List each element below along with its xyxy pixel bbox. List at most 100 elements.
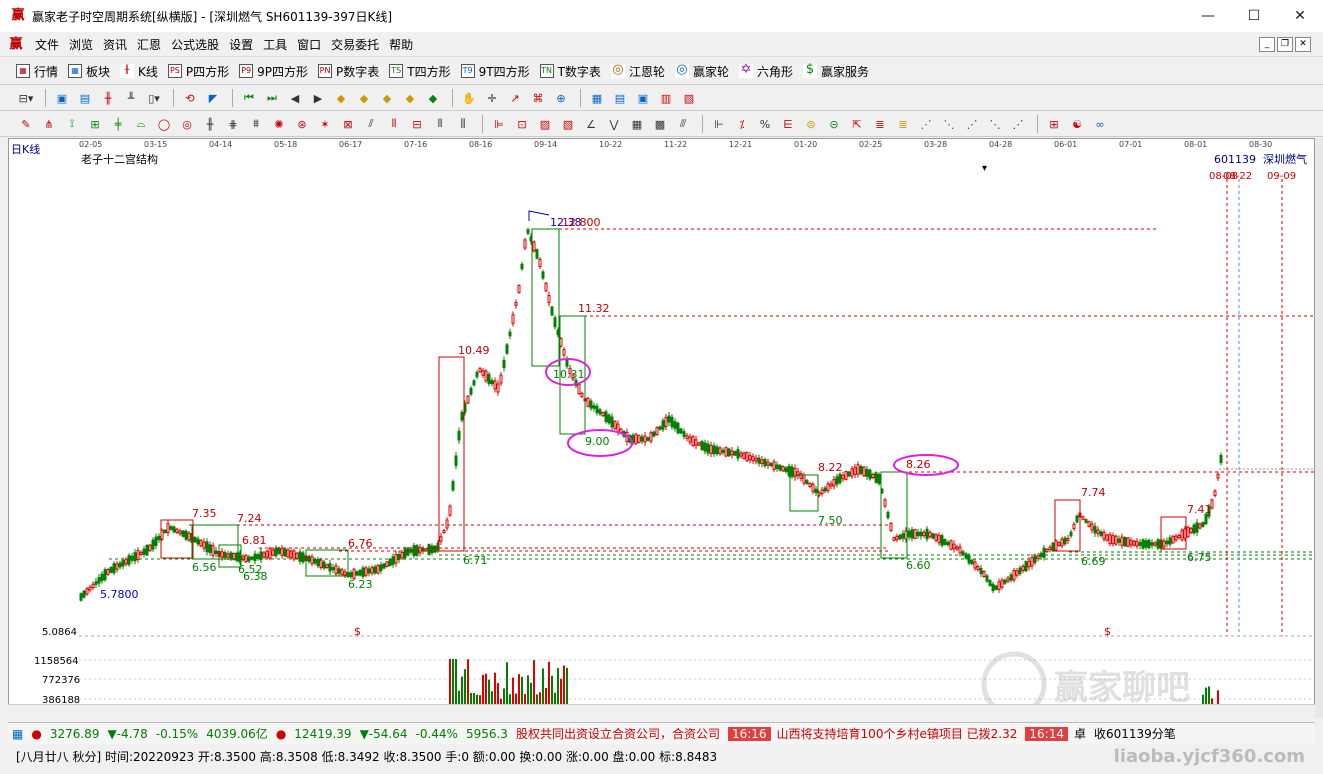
- gann-grid-icon[interactable]: ⊞: [85, 115, 105, 133]
- minimize-button[interactable]: —: [1185, 0, 1231, 32]
- lines-icon[interactable]: ╫: [200, 115, 220, 133]
- indicator-icon[interactable]: ▣: [52, 89, 72, 107]
- arrow-flag-icon[interactable]: ⇱: [847, 115, 867, 133]
- menu-browse[interactable]: 浏览: [64, 36, 98, 53]
- fan-lines4-icon[interactable]: ⋱: [985, 115, 1005, 133]
- circles-icon[interactable]: ◎: [177, 115, 197, 133]
- arc-icon[interactable]: ⌓: [131, 115, 151, 133]
- fib-icon[interactable]: ╪: [108, 115, 128, 133]
- toolbar-9t-square-button[interactable]: T9 9T四方形: [460, 63, 530, 80]
- calendar-icon[interactable]: ▦: [587, 89, 607, 107]
- kline-chart[interactable]: 日K线 老子十二宫结构 601139 深圳燃气 08-08 08-22 09-0…: [9, 139, 1314, 719]
- stack2-icon[interactable]: ≣: [893, 115, 913, 133]
- percent-fan-icon[interactable]: ⁒: [732, 115, 752, 133]
- chart-type-icon[interactable]: ╫: [98, 89, 118, 107]
- gann-fan-icon[interactable]: ⟟: [62, 115, 82, 133]
- square-lines-icon[interactable]: ⊟: [407, 115, 427, 133]
- mdi-restore-button[interactable]: ❐: [1277, 37, 1293, 52]
- prev-icon[interactable]: ◀: [285, 89, 305, 107]
- bars-icon[interactable]: ⫼: [453, 115, 473, 133]
- gift-icon[interactable]: ⌘: [528, 89, 548, 107]
- diamond-down-icon[interactable]: ◆: [354, 89, 374, 107]
- cycle-lines-icon[interactable]: ⦀: [384, 115, 404, 133]
- toolbar-9p-square-button[interactable]: P9 9P四方形: [239, 63, 308, 80]
- news-ticker-2[interactable]: 山西将支持培育100个乡村e镇项目 已拨2.32: [777, 725, 1018, 742]
- ruler-icon[interactable]: ⊩: [709, 115, 729, 133]
- window-grid-icon[interactable]: ⊞: [1044, 115, 1064, 133]
- diamond-right-icon[interactable]: ◆: [400, 89, 420, 107]
- toolbar-service-button[interactable]: $ 赢家服务: [802, 63, 869, 80]
- angle-icon[interactable]: ∠: [581, 115, 601, 133]
- menu-window[interactable]: 窗口: [292, 36, 326, 53]
- cycle-icon[interactable]: ⟲: [180, 89, 200, 107]
- toolbar-gann-wheel-button[interactable]: ◎ 江恩轮: [610, 63, 665, 80]
- toolbar-p-square-button[interactable]: PS P四方形: [167, 63, 229, 80]
- channel-icon[interactable]: ⫽: [361, 115, 381, 133]
- dropdown-arrow-icon[interactable]: ▾: [982, 163, 987, 174]
- stack-icon[interactable]: ≣: [870, 115, 890, 133]
- print-icon[interactable]: ▥: [656, 89, 676, 107]
- web-icon[interactable]: ✶: [315, 115, 335, 133]
- bar-chart-icon[interactable]: ╨: [121, 89, 141, 107]
- circle-icon[interactable]: ◯: [154, 115, 174, 133]
- first-page-icon[interactable]: ⏮: [239, 89, 259, 107]
- toolbar-t-square-button[interactable]: TS T四方形: [389, 63, 451, 80]
- toolbar-kline-button[interactable]: ╫ K线: [120, 63, 158, 80]
- ladder-icon[interactable]: ⩩: [246, 115, 266, 133]
- toolbar-sector-button[interactable]: ▦ 板块: [68, 63, 110, 80]
- diamond-zoom-icon[interactable]: ◆: [423, 89, 443, 107]
- mdi-close-button[interactable]: ✕: [1295, 37, 1311, 52]
- menu-settings[interactable]: 设置: [224, 36, 258, 53]
- diamond-left-icon[interactable]: ◆: [377, 89, 397, 107]
- menu-formula[interactable]: 公式选股: [166, 36, 224, 53]
- percent-icon[interactable]: %: [755, 115, 775, 133]
- menu-info[interactable]: 资讯: [98, 36, 132, 53]
- mdi-minimize-button[interactable]: _: [1259, 37, 1275, 52]
- menu-huien[interactable]: 汇恩: [132, 36, 166, 53]
- menu-file[interactable]: 文件: [30, 36, 64, 53]
- next-icon[interactable]: ▶: [308, 89, 328, 107]
- slash-icon[interactable]: ⫻: [673, 115, 693, 133]
- fan-lines-icon[interactable]: ⋰: [916, 115, 936, 133]
- fork-icon[interactable]: ⋔: [39, 115, 59, 133]
- infinity-icon[interactable]: ∞: [1090, 115, 1110, 133]
- menu-tools[interactable]: 工具: [258, 36, 292, 53]
- closing-label[interactable]: 收601139分笔: [1094, 725, 1176, 742]
- maximize-button[interactable]: ☐: [1231, 0, 1277, 32]
- fan-lines5-icon[interactable]: ⋰: [1008, 115, 1028, 133]
- save-icon[interactable]: ▣: [633, 89, 653, 107]
- fan-lines3-icon[interactable]: ⋰: [962, 115, 982, 133]
- export-icon[interactable]: ▧: [679, 89, 699, 107]
- coin-icon[interactable]: ⊜: [801, 115, 821, 133]
- menu-help[interactable]: 帮助: [384, 36, 418, 53]
- box-icon[interactable]: ⊠: [338, 115, 358, 133]
- crosshair-icon[interactable]: ✛: [482, 89, 502, 107]
- table-icon[interactable]: ▤: [610, 89, 630, 107]
- toolbar-hexagon-button[interactable]: ✡ 六角形: [738, 63, 793, 80]
- spiral-icon[interactable]: ✺: [269, 115, 289, 133]
- balance-icon[interactable]: ⊝: [824, 115, 844, 133]
- vertical-scrollbar[interactable]: [1315, 138, 1323, 718]
- candle-dropdown-icon[interactable]: ▯▾: [144, 89, 164, 107]
- fan-lines2-icon[interactable]: ⋱: [939, 115, 959, 133]
- menu-trade[interactable]: 交易委托: [326, 36, 384, 53]
- toolbar-t-number-button[interactable]: TN T数字表: [539, 63, 601, 80]
- toolbar-p-number-button[interactable]: PN P数字表: [318, 63, 379, 80]
- diamond-up-icon[interactable]: ◆: [331, 89, 351, 107]
- vline-icon[interactable]: ⊫: [489, 115, 509, 133]
- zigzag-icon[interactable]: ⋁: [604, 115, 624, 133]
- hatch-icon[interactable]: ▨: [535, 115, 555, 133]
- matrix-icon[interactable]: ▦: [627, 115, 647, 133]
- toolbar-winner-wheel-button[interactable]: ◎ 赢家轮: [674, 63, 729, 80]
- layout-dropdown-icon[interactable]: ⊟▾: [16, 89, 36, 107]
- pen-icon[interactable]: ✎: [16, 115, 36, 133]
- horizontal-scrollbar[interactable]: [8, 704, 1315, 718]
- last-page-icon[interactable]: ⏭: [262, 89, 282, 107]
- globe-icon[interactable]: ⊕: [551, 89, 571, 107]
- flag-icon[interactable]: ◤: [203, 89, 223, 107]
- target-icon[interactable]: ⊛: [292, 115, 312, 133]
- info-icon[interactable]: ▤: [75, 89, 95, 107]
- fence-icon[interactable]: ⋕: [223, 115, 243, 133]
- matrix2-icon[interactable]: ▩: [650, 115, 670, 133]
- close-button[interactable]: ✕: [1277, 0, 1323, 32]
